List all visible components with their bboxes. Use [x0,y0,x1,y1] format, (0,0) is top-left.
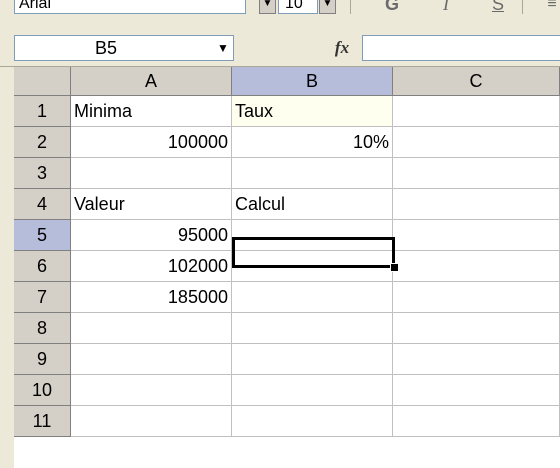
column-header-b[interactable]: B [232,67,393,96]
row-header-4[interactable]: 4 [14,189,71,220]
cell-b7[interactable] [232,282,393,313]
bold-button[interactable]: G [378,0,406,14]
cell-c7[interactable] [393,282,560,313]
cell-c4[interactable] [393,189,560,220]
row-header-1[interactable]: 1 [14,96,71,127]
row-header-5[interactable]: 5 [14,220,71,251]
formula-bar: B5 ▼ fx [0,30,560,67]
select-all-corner[interactable] [14,67,71,96]
cell-a7[interactable]: 185000 [71,282,232,313]
fill-handle[interactable] [390,263,399,272]
row-header-7[interactable]: 7 [14,282,71,313]
row-header-9[interactable]: 9 [14,344,71,375]
cell-c9[interactable] [393,344,560,375]
cell-a11[interactable] [71,406,232,437]
row-header-3[interactable]: 3 [14,158,71,189]
insert-function-icon[interactable]: fx [330,36,354,60]
toolbar-separator [350,0,351,14]
cell-a8[interactable] [71,313,232,344]
formatting-toolbar: Arial ▼ 10 ▼ G I S ≡ [0,0,560,31]
cell-a9[interactable] [71,344,232,375]
cell-c3[interactable] [393,158,560,189]
cell-c10[interactable] [393,375,560,406]
formula-input[interactable] [362,35,560,61]
cell-b3[interactable] [232,158,393,189]
toolbar-separator [522,0,523,14]
cell-a3[interactable] [71,158,232,189]
name-box[interactable]: B5 [14,35,234,61]
cell-c1[interactable] [393,96,560,127]
column-header-a[interactable]: A [71,67,232,96]
cell-b1[interactable]: Taux [232,96,393,127]
cell-b10[interactable] [232,375,393,406]
cell-a10[interactable] [71,375,232,406]
cell-b9[interactable] [232,344,393,375]
row-header-6[interactable]: 6 [14,251,71,282]
font-name-select[interactable]: Arial [14,0,246,14]
cell-b2[interactable]: 10% [232,127,393,158]
row-header-11[interactable]: 11 [14,406,71,437]
cell-c11[interactable] [393,406,560,437]
cell-b4[interactable]: Calcul [232,189,393,220]
row-header-2[interactable]: 2 [14,127,71,158]
cell-b11[interactable] [232,406,393,437]
cell-a5[interactable]: 95000 [71,220,232,251]
cell-a1[interactable]: Minima [71,96,232,127]
spreadsheet-grid: A B C 1 2 3 4 5 6 7 8 9 10 11 Minima Tau… [14,67,560,468]
cell-b8[interactable] [232,313,393,344]
cell-a6[interactable]: 102000 [71,251,232,282]
column-header-c[interactable]: C [393,67,560,96]
font-name-dropdown-icon[interactable]: ▼ [259,0,276,14]
cell-a2[interactable]: 100000 [71,127,232,158]
row-header-8[interactable]: 8 [14,313,71,344]
align-left-button[interactable]: ≡ [538,0,560,14]
cell-c2[interactable] [393,127,560,158]
cell-c5[interactable] [393,220,560,251]
cell-b5[interactable] [232,220,393,251]
font-size-select[interactable]: 10 [278,0,318,14]
name-box-dropdown-icon[interactable]: ▼ [212,35,234,61]
row-header-10[interactable]: 10 [14,375,71,406]
underline-button[interactable]: S [484,0,512,14]
cell-a4[interactable]: Valeur [71,189,232,220]
italic-button[interactable]: I [432,0,460,14]
cell-b6[interactable] [232,251,393,282]
cell-c6[interactable] [393,251,560,282]
font-size-dropdown-icon[interactable]: ▼ [319,0,336,14]
window-left-edge [0,67,14,468]
cell-c8[interactable] [393,313,560,344]
